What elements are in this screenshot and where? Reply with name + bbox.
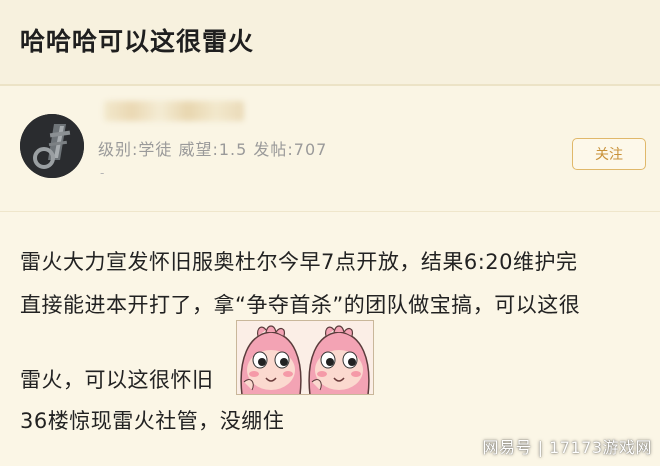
post-text-line: 雷火大力宣发怀旧服奥杜尔今早7点开放，结果6:20维护完: [20, 250, 578, 274]
follow-button[interactable]: 关注: [572, 138, 646, 170]
post-content: 雷火大力宣发怀旧服奥杜尔今早7点开放，结果6:20维护完 直接能进本开打了，拿“…: [0, 212, 660, 466]
author-extra: -: [100, 166, 105, 180]
post-text-line: 36楼惊现雷火社管，没绷住: [20, 409, 285, 433]
watermark: 网易号 | 17173游戏网: [482, 438, 652, 457]
avatar-image: [20, 114, 84, 178]
author-stats: 级别:学徒 威望:1.5 发帖:707: [98, 140, 328, 159]
laughing-emoji-icon: [304, 320, 374, 395]
post-text-line: 雷火，可以这很怀旧: [20, 368, 214, 392]
avatar[interactable]: [20, 114, 84, 178]
title-bar: 哈哈哈可以这很雷火: [0, 0, 660, 84]
laughing-emoji-icon: [236, 320, 306, 395]
page-title: 哈哈哈可以这很雷火: [20, 27, 255, 56]
author-card: 级别:学徒 威望:1.5 发帖:707 - 关注: [0, 86, 660, 211]
username-blurred: [104, 101, 244, 121]
post-text-line: 直接能进本开打了，拿“争夺首杀”的团队做宝搞，可以这很: [20, 293, 581, 317]
